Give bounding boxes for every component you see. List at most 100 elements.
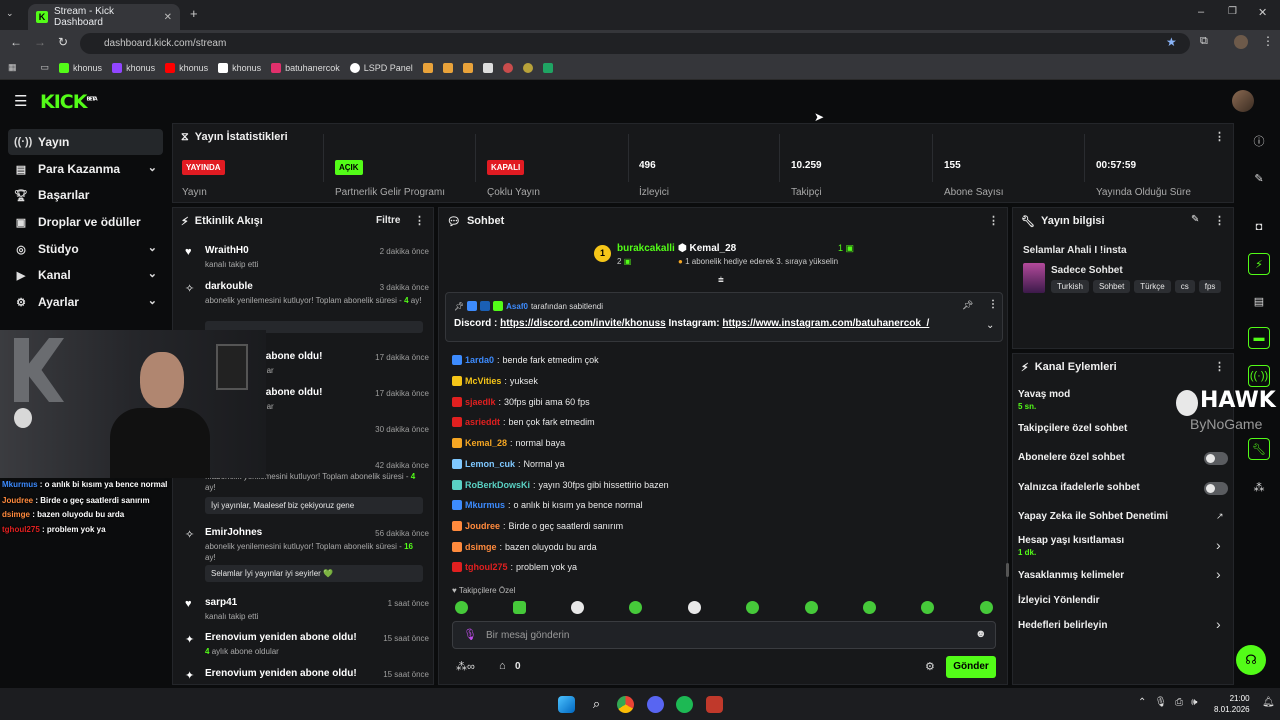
restore-button[interactable]: ❐: [1228, 6, 1237, 17]
folder-icon[interactable]: ▭: [41, 62, 50, 73]
action-yasakli-kelimeler[interactable]: Yasaklanmış kelimeler: [1018, 570, 1124, 581]
edit-pencil-icon[interactable]: ✎: [1248, 167, 1270, 189]
discord-link[interactable]: https://discord.com/invite/khonuss: [500, 318, 666, 329]
edit-pencil-icon[interactable]: ✎: [1191, 214, 1199, 225]
sidebar-item-ayarlar[interactable]: ⚙ Ayarlar ⌄: [8, 289, 163, 315]
bookmark-star-icon[interactable]: ★: [1166, 35, 1177, 49]
community-infinity-icon[interactable]: ⁂∞: [456, 660, 475, 673]
emote-icon[interactable]: [980, 601, 993, 614]
chat-username[interactable]: sjaedIk: [465, 397, 496, 407]
chat-username[interactable]: RoBerkDowsKi: [465, 480, 530, 490]
spotify-icon[interactable]: [676, 696, 693, 713]
emote-icon[interactable]: [455, 601, 468, 614]
app-icon[interactable]: [706, 696, 723, 713]
community-icon[interactable]: ⁂: [1248, 476, 1270, 498]
chat-input[interactable]: 🎙︎ Bir mesaj gönderin ☻: [452, 621, 996, 649]
extensions-icon[interactable]: ⧉: [1200, 35, 1208, 48]
bookmark-item[interactable]: batuhanercok: [271, 62, 340, 73]
emote-icon[interactable]: [688, 601, 701, 614]
discord-icon[interactable]: [647, 696, 664, 713]
filter-button[interactable]: Filtre: [376, 215, 400, 226]
emote-icon[interactable]: [921, 601, 934, 614]
hamburger-menu-icon[interactable]: ☰: [14, 92, 27, 110]
emote-icon[interactable]: [863, 601, 876, 614]
action-hesap-yasi[interactable]: Hesap yaşı kısıtlaması 1 dk.: [1018, 535, 1124, 557]
microphone-icon[interactable]: 🎙︎: [463, 628, 477, 641]
emote-icon[interactable]: [513, 601, 526, 614]
user-avatar[interactable]: [1232, 90, 1254, 112]
minimize-button[interactable]: –: [1198, 6, 1204, 18]
search-icon[interactable]: ⌕: [588, 696, 605, 713]
action-ai-moderation[interactable]: Yapay Zeka ile Sohbet Denetimi: [1018, 511, 1168, 522]
instagram-link[interactable]: https://www.instagram.com/batuhanercok_/: [722, 318, 929, 329]
bookmark-icon[interactable]: [542, 62, 553, 73]
windows-start-icon[interactable]: [558, 696, 575, 713]
broadcast-icon[interactable]: ((·)): [1248, 365, 1270, 387]
bookmark-icon[interactable]: [502, 62, 513, 73]
more-options-icon[interactable]: ⋮: [1214, 360, 1225, 373]
bookmark-item[interactable]: khonus: [59, 62, 102, 73]
bookmark-item[interactable]: khonus: [218, 62, 261, 73]
expand-chevron-icon[interactable]: ⌄: [986, 320, 994, 331]
chat-username[interactable]: Kemal_28: [465, 438, 507, 448]
tab-close-icon[interactable]: ✕: [164, 12, 172, 23]
action-izleyici-yonlendir[interactable]: İzleyici Yönlendir: [1018, 595, 1100, 606]
bookmark-icon[interactable]: [422, 62, 433, 73]
apps-icon[interactable]: ▦: [8, 62, 17, 73]
external-link-icon[interactable]: ↗: [1216, 511, 1224, 522]
chat-settings-icon[interactable]: ⚙: [925, 660, 935, 673]
emote-icon[interactable]: [629, 601, 642, 614]
unpin-icon[interactable]: 📌︎: [962, 300, 973, 311]
subscriber-chat-toggle[interactable]: [1204, 452, 1228, 465]
emote-icon[interactable]: [571, 601, 584, 614]
new-tab-button[interactable]: +: [190, 6, 198, 21]
profile-avatar[interactable]: [1234, 35, 1248, 49]
more-options-icon[interactable]: ⋮: [988, 214, 999, 227]
more-options-icon[interactable]: ⋮: [988, 299, 998, 310]
leader-name[interactable]: burakcakalli: [617, 243, 675, 254]
lightning-icon[interactable]: ⚡︎: [1248, 253, 1270, 275]
chevron-right-icon[interactable]: ›: [1216, 616, 1221, 632]
more-options-icon[interactable]: ⋮: [1214, 130, 1225, 143]
sidebar-item-yayin[interactable]: ((·)) Yayın: [8, 129, 163, 155]
chat-username[interactable]: tghoul275: [465, 562, 508, 572]
emote-icon[interactable]: [805, 601, 818, 614]
clock[interactable]: 21:00 8.01.2026: [1214, 693, 1250, 715]
chrome-icon[interactable]: [617, 696, 634, 713]
url-bar[interactable]: dashboard.kick.com/stream: [80, 33, 1190, 54]
chat-username[interactable]: 1arda0: [465, 355, 494, 365]
action-yavas-mod[interactable]: Yavaş mod 5 sn.: [1018, 389, 1070, 411]
more-options-icon[interactable]: ⋮: [414, 214, 425, 227]
action-hedefler[interactable]: Hedefleri belirleyin: [1018, 620, 1107, 631]
sidebar-item-studyo[interactable]: ◎ Stüdyo ⌄: [8, 236, 163, 262]
chat-username[interactable]: Lemon_cuk: [465, 459, 515, 469]
document-icon[interactable]: ▤: [1248, 290, 1270, 312]
bookmark-icon[interactable]: [462, 62, 473, 73]
bookmark-icon[interactable]: [522, 62, 533, 73]
notification-icon[interactable]: 🔔︎: [1262, 697, 1275, 708]
gifter-name[interactable]: ⬢ Kemal_28: [678, 243, 736, 254]
bookmark-icon[interactable]: [482, 62, 493, 73]
sidebar-item-para-kazanma[interactable]: ▤ Para Kazanma ⌄: [8, 156, 163, 182]
action-ifade-sohbet[interactable]: Yalnızca ifadelerle sohbet: [1018, 482, 1140, 493]
back-icon[interactable]: ←: [10, 35, 22, 49]
kick-logo[interactable]: KICKBETA: [40, 91, 98, 113]
chevron-right-icon[interactable]: ›: [1216, 537, 1221, 553]
chat-username[interactable]: Joudree: [465, 521, 500, 531]
bookmark-item[interactable]: LSPD Panel: [349, 62, 413, 73]
collapse-leaderboard-icon[interactable]: ⩧: [718, 275, 724, 286]
chat-username[interactable]: Mkurmus: [465, 500, 505, 510]
wrench-icon[interactable]: 🔧︎: [1248, 438, 1270, 460]
close-window-button[interactable]: ✕: [1258, 6, 1267, 19]
help-support-button[interactable]: ☊: [1236, 645, 1266, 675]
send-button[interactable]: Gönder: [946, 656, 996, 678]
chat-username[interactable]: McVities: [465, 376, 501, 386]
sidebar-item-basarilar[interactable]: 🏆︎ Başarılar: [8, 182, 163, 208]
sidebar-item-droplar[interactable]: ▣ Droplar ve ödüller: [8, 209, 163, 235]
browser-menu-icon[interactable]: ⋮: [1262, 34, 1274, 48]
emote-only-toggle[interactable]: [1204, 482, 1228, 495]
camera-icon[interactable]: ◘: [1248, 216, 1270, 238]
info-icon[interactable]: ⓘ: [1248, 130, 1270, 152]
action-takipci-sohbet[interactable]: Takipçilere özel sohbet: [1018, 423, 1127, 434]
bookmark-item[interactable]: khonus: [112, 62, 155, 73]
